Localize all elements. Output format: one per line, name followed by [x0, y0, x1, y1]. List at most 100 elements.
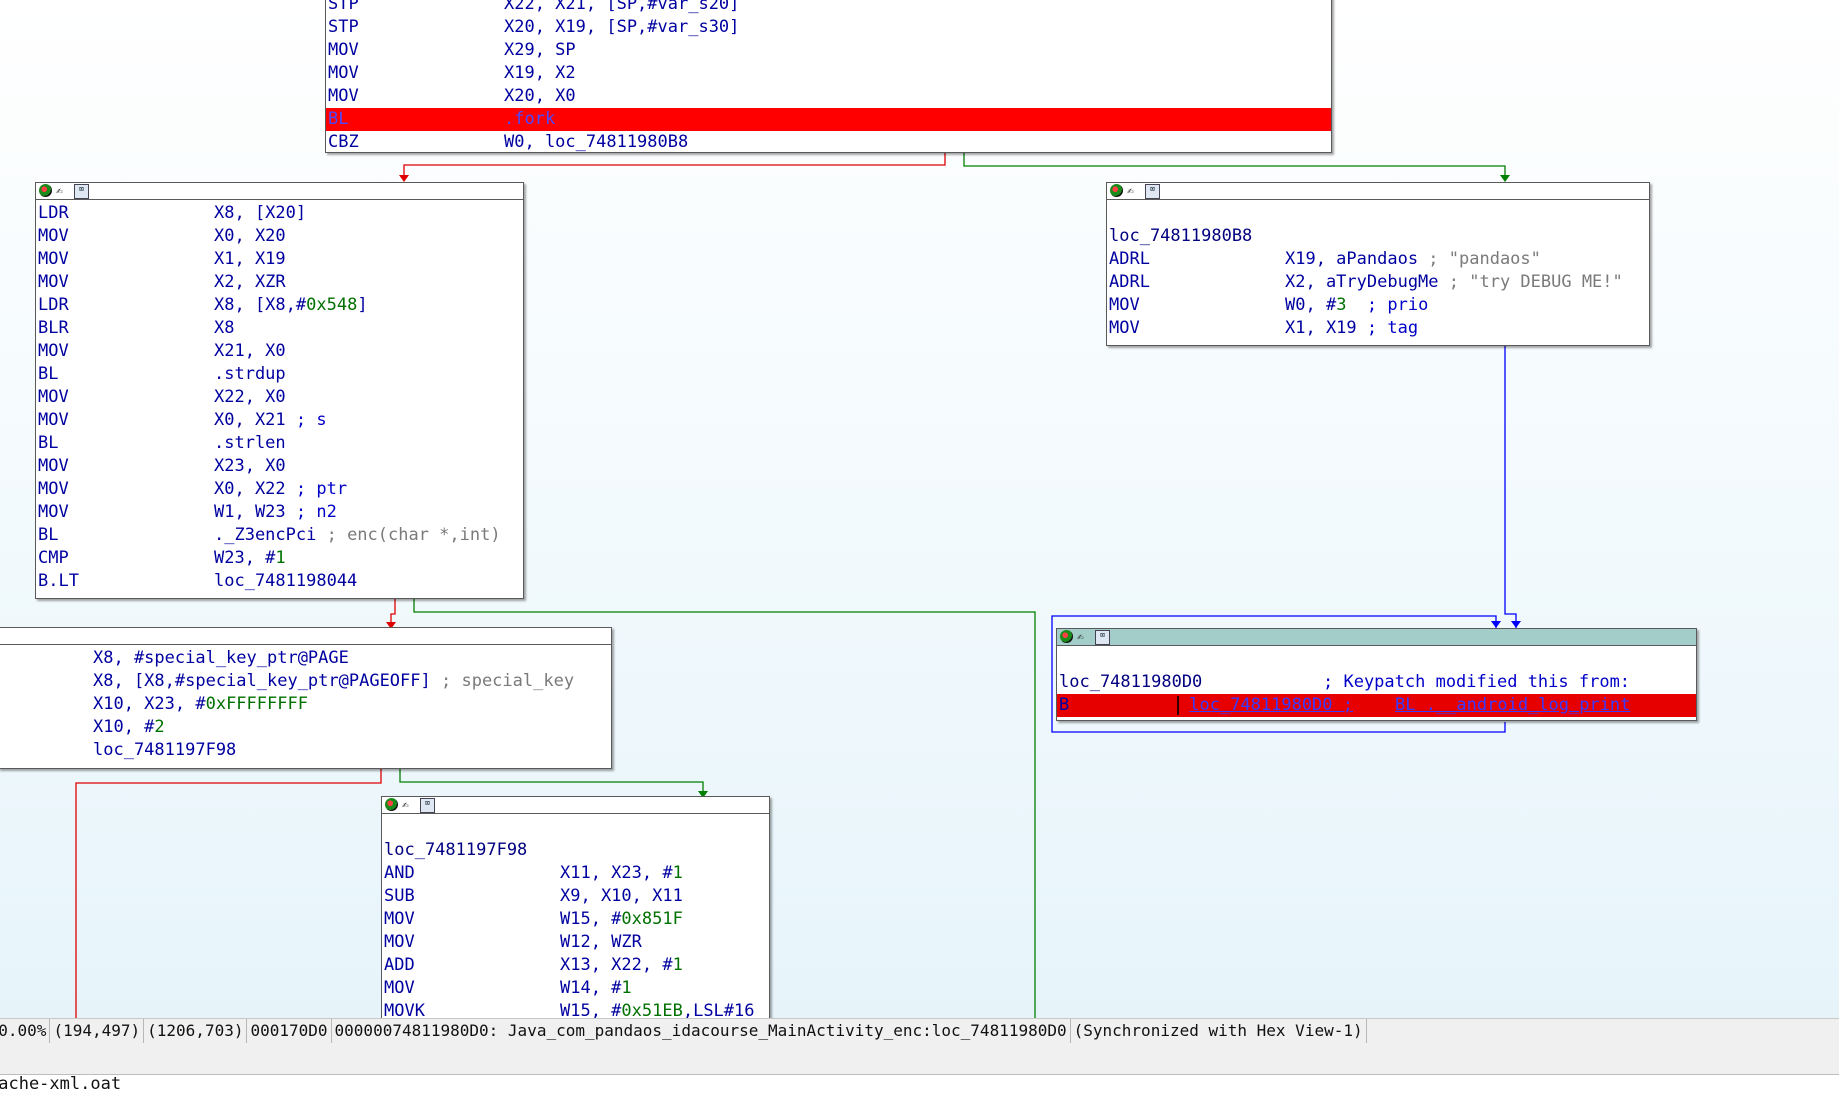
code-line[interactable]: BL ._Z3encPci ; enc(char *,int) [36, 524, 523, 547]
mnemonic: MOV [38, 479, 69, 499]
rename-pen-icon[interactable]: ✍ [402, 798, 415, 811]
operands: W0, loc_74811980B8 [504, 132, 689, 152]
immediate-value: 1 [672, 955, 683, 975]
code-block-left[interactable]: ✍ ⌧ LDR X8, [X20] MOV X0, X20 MOV X1, X19 MOV X… [35, 182, 524, 599]
code-line[interactable]: MOV W1, W23 ; n2 [36, 501, 523, 524]
code-block-patched[interactable]: ✍ ⌧ loc_74811980D0; Keypatch modified th… [1056, 628, 1697, 721]
loc-name[interactable]: loc_7481197F98 [384, 840, 527, 860]
graph-node-icon[interactable] [1110, 184, 1123, 197]
comment: ; "pandaos" [1418, 249, 1541, 269]
code-line[interactable]: loc_7481197F98 [0, 739, 611, 762]
operands: X0, X20 [214, 226, 286, 246]
operands: .strlen [214, 433, 286, 453]
operands: X29, SP [504, 40, 576, 60]
operands: X20, X0 [504, 86, 576, 106]
highlighted-line[interactable]: Bloc_74811980D0 ; BL .__android_log_print [1057, 694, 1696, 717]
code-line[interactable]: MOV W12, WZR [382, 931, 769, 954]
code-line[interactable]: MOV X1, X19 ; tag [1107, 317, 1649, 340]
code-block-right[interactable]: ✍ ⌧ loc_74811980B8 ADRL X19, aPandaos ; "… [1106, 182, 1650, 346]
graph-node-icon[interactable] [385, 798, 398, 811]
code-line[interactable]: MOV X19, X2 [326, 62, 1331, 85]
code-line[interactable]: LDR X8, [X20] [36, 202, 523, 225]
code-block-middle[interactable]: X8, #special_key_ptr@PAGE X8, [X8,#specia… [0, 627, 612, 769]
code-line[interactable]: MOV X2, XZR [36, 271, 523, 294]
edge-uncond [1504, 345, 1517, 628]
operands: .strdup [214, 364, 286, 384]
immediate-value: 3 [1336, 295, 1347, 315]
operands: X10, X23, # [93, 694, 206, 714]
code-line[interactable]: MOV X21, X0 [36, 340, 523, 363]
node-picture-icon[interactable]: ⌧ [74, 184, 89, 199]
immediate-value: 1 [621, 978, 632, 998]
code-line[interactable]: MOV X22, X0 [36, 386, 523, 409]
loc-name[interactable]: loc_74811980B8 [1109, 226, 1252, 246]
code-line[interactable]: X8, [X8,#special_key_ptr@PAGEOFF] ; spec… [0, 670, 611, 693]
mnemonic: STP [328, 17, 359, 37]
edge-false [403, 152, 946, 181]
loc-name[interactable]: loc_74811980D0 [1059, 671, 1323, 694]
code-line[interactable]: LDR X8, [X8,#0x548] [36, 294, 523, 317]
mnemonic: MOV [384, 932, 415, 952]
code-line[interactable]: X10, X23, #0xFFFFFFFF [0, 693, 611, 716]
code-line[interactable]: MOVK W15, #0x51EB,LSL#16 [382, 1000, 769, 1018]
code-block-bottom[interactable]: ✍ ⌧ loc_7481197F98 AND X11, X23, #1 SUB X9,… [381, 796, 770, 1018]
output-window[interactable]: cache-xml.oat [0, 1075, 1839, 1104]
mnemonic: MOV [328, 86, 359, 106]
rename-pen-icon[interactable]: ✍ [56, 184, 69, 197]
code-line[interactable]: BLR X8 [36, 317, 523, 340]
code-line[interactable]: X8, #special_key_ptr@PAGE [0, 647, 611, 670]
code-line[interactable]: MOV W0, #3 ; prio [1107, 294, 1649, 317]
graph-node-icon[interactable] [39, 184, 52, 197]
immediate-value: 0xFFFFFFFF [205, 694, 308, 714]
code-line[interactable]: B.LT loc_7481198044 [36, 570, 523, 593]
location-label[interactable]: loc_7481197F98 [382, 839, 769, 862]
code-block-top[interactable]: STP X22, X21, [SP,#var_s20] STP X20, X19, … [325, 0, 1332, 153]
code-line[interactable]: STP X22, X21, [SP,#var_s20] [326, 0, 1331, 16]
code-line[interactable]: ADD X13, X22, #1 [382, 954, 769, 977]
code-line[interactable]: CMP W23, #1 [36, 547, 523, 570]
location-label[interactable]: loc_74811980D0; Keypatch modified this f… [1057, 671, 1696, 694]
code-line[interactable]: MOV X0, X22 ; ptr [36, 478, 523, 501]
mnemonic: MOV [328, 63, 359, 83]
immediate-value: 0x548 [306, 295, 358, 315]
comment: ; ptr [285, 479, 348, 499]
location-label[interactable]: loc_74811980B8 [1107, 225, 1649, 248]
code-line[interactable]: SUB X9, X10, X11 [382, 885, 769, 908]
operands: X8, [X8,#special_key_ptr@PAGEOFF] [93, 671, 431, 691]
graph-node-icon[interactable] [1060, 630, 1073, 643]
graph-view[interactable]: STP X22, X21, [SP,#var_s20] STP X20, X19, … [0, 0, 1839, 1018]
operands: loc_7481197F98 [93, 740, 237, 760]
comment: ; enc(char *,int) [316, 525, 501, 545]
rename-pen-icon[interactable]: ✍ [1077, 630, 1090, 643]
code-line[interactable]: ADRL X2, aTryDebugMe ; "try DEBUG ME!" [1107, 271, 1649, 294]
operands: X19, aPandaos [1285, 249, 1419, 269]
mnemonic: MOV [328, 40, 359, 60]
node-picture-icon[interactable]: ⌧ [420, 798, 435, 813]
code-line[interactable]: AND X11, X23, #1 [382, 862, 769, 885]
node-picture-icon[interactable]: ⌧ [1095, 630, 1110, 645]
code-line[interactable]: BL .strlen [36, 432, 523, 455]
comment: ; s [285, 410, 327, 430]
mnemonic: ADRL [1109, 249, 1150, 269]
code-line[interactable]: X10, #2 [0, 716, 611, 739]
code-line[interactable]: STP X20, X19, [SP,#var_s30] [326, 16, 1331, 39]
code-line[interactable]: CBZ W0, loc_74811980B8 [326, 131, 1331, 154]
highlighted-line[interactable]: BL .fork [326, 108, 1331, 131]
operands: W0, # [1285, 295, 1337, 315]
code-line[interactable]: MOV W14, #1 [382, 977, 769, 1000]
code-line[interactable]: MOV X1, X19 [36, 248, 523, 271]
code-line[interactable]: MOV X0, X20 [36, 225, 523, 248]
code-line[interactable]: MOV X20, X0 [326, 85, 1331, 108]
code-line[interactable]: MOV X29, SP [326, 39, 1331, 62]
mnemonic: SUB [384, 886, 415, 906]
rename-pen-icon[interactable]: ✍ [1127, 184, 1140, 197]
node-picture-icon[interactable]: ⌧ [1145, 184, 1160, 199]
code-line[interactable]: MOV X23, X0 [36, 455, 523, 478]
mnemonic: STP [328, 0, 359, 14]
code-line[interactable]: BL .strdup [36, 363, 523, 386]
code-line[interactable]: MOV W15, #0x851F [382, 908, 769, 931]
mnemonic: ADD [384, 955, 415, 975]
code-line[interactable]: MOV X0, X21 ; s [36, 409, 523, 432]
operands: X21, X0 [214, 341, 286, 361]
code-line[interactable]: ADRL X19, aPandaos ; "pandaos" [1107, 248, 1649, 271]
